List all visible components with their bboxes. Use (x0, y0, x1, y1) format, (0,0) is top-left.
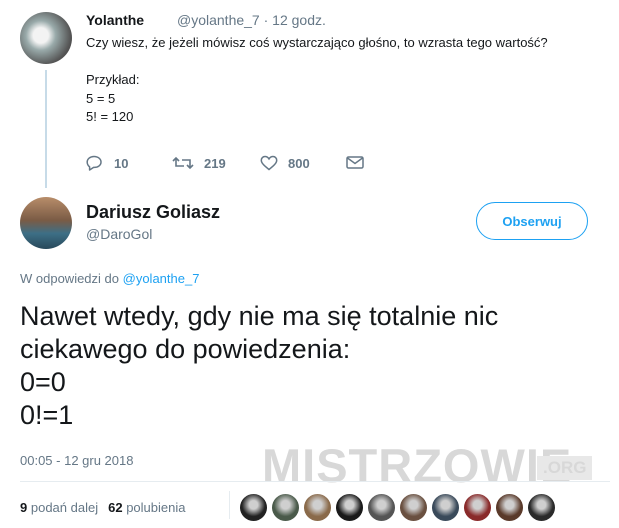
liker-avatar[interactable] (432, 494, 459, 521)
tweet-line: 5! = 120 (86, 109, 134, 124)
message-button[interactable] (346, 155, 364, 170)
envelope-icon (346, 155, 364, 170)
liker-avatar[interactable] (496, 494, 523, 521)
tweet-line: Czy wiesz, że jeżeli mówisz coś wystarcz… (86, 35, 548, 50)
reply-context: W odpowiedzi do @yolanthe_7 (20, 271, 199, 286)
liker-avatar[interactable] (272, 494, 299, 521)
reply-to-link[interactable]: @yolanthe_7 (123, 271, 200, 286)
retweets-label: podań dalej (30, 500, 99, 515)
author-name[interactable]: Dariusz Goliasz (86, 202, 220, 223)
retweet-icon (172, 155, 194, 171)
author-name[interactable]: Yolanthe (86, 12, 144, 28)
follow-button[interactable]: Obserwuj (476, 202, 588, 240)
likes-label: polubienia (126, 500, 186, 515)
reply-prefix: W odpowiedzi do (20, 271, 119, 286)
tweet-line: Nawet wtedy, gdy nie ma się totalnie nic (20, 301, 499, 331)
likers-avatars (240, 494, 555, 521)
watermark: MISTRZOWIE (262, 439, 573, 492)
tweet-line: 0!=1 (20, 400, 74, 430)
retweet-button[interactable]: 219 (172, 155, 226, 171)
avatar-darogol[interactable] (20, 197, 72, 249)
reply-count: 10 (114, 155, 129, 171)
likes-count: 62 (108, 500, 123, 515)
liker-avatar[interactable] (400, 494, 427, 521)
retweets-stat[interactable]: 9 podań dalej (20, 500, 98, 515)
tweet-body: Nawet wtedy, gdy nie ma się totalnie nic… (20, 300, 498, 432)
liker-avatar[interactable] (464, 494, 491, 521)
heart-icon (260, 155, 278, 171)
quoted-tweet-text: Czy wiesz, że jeżeli mówisz coś wystarcz… (86, 34, 548, 127)
reply-button[interactable]: 10 (86, 155, 128, 171)
reply-icon (86, 155, 104, 171)
liker-avatar[interactable] (304, 494, 331, 521)
tweet-stats: 9 podań dalej 62 polubienia (20, 500, 185, 515)
liker-avatar[interactable] (240, 494, 267, 521)
liker-avatar[interactable] (368, 494, 395, 521)
watermark-suffix: .ORG (537, 456, 593, 480)
liker-avatar[interactable] (336, 494, 363, 521)
tweet-line: Przykład: (86, 72, 140, 87)
retweet-count: 219 (204, 155, 226, 171)
author-handle[interactable]: @yolanthe_7 · 12 godz. (177, 12, 326, 28)
divider (20, 481, 610, 482)
likes-stat[interactable]: 62 polubienia (108, 500, 185, 515)
retweets-count: 9 (20, 500, 28, 515)
author-handle[interactable]: @DaroGol (86, 226, 152, 242)
liker-avatar[interactable] (528, 494, 555, 521)
like-button[interactable]: 800 (260, 155, 310, 171)
avatar-yolanthe[interactable] (20, 12, 72, 64)
stats-separator (229, 491, 230, 519)
tweet-line: ciekawego do powiedzenia: (20, 334, 351, 364)
tweet-line (86, 53, 548, 72)
timestamp[interactable]: 00:05 - 12 gru 2018 (20, 453, 133, 468)
like-count: 800 (288, 155, 310, 171)
tweet-line: 0=0 (20, 367, 66, 397)
thread-line (45, 70, 47, 188)
tweet-line: 5 = 5 (86, 90, 116, 106)
